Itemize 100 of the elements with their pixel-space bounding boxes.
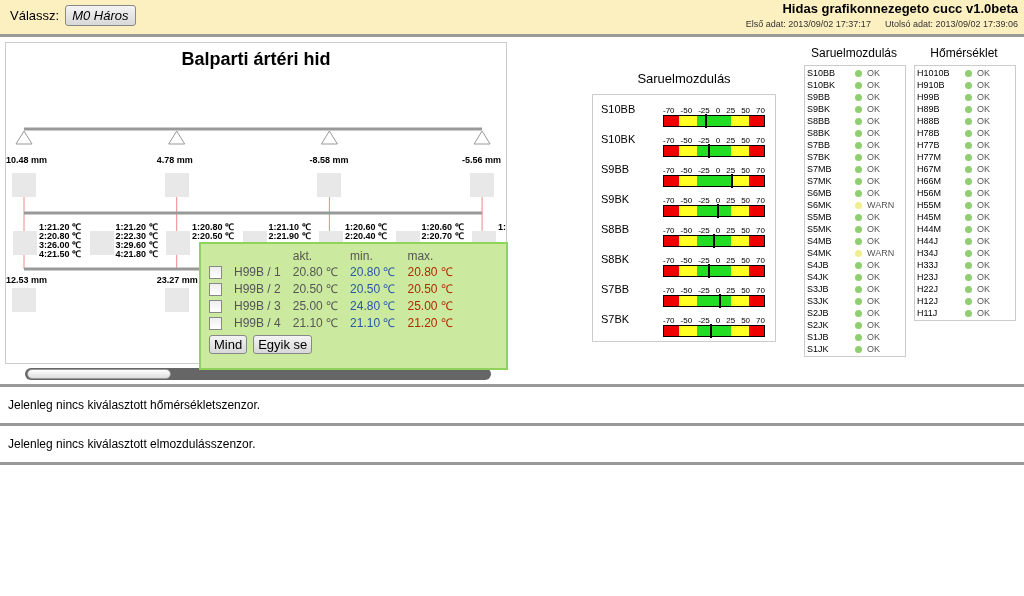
sensor-name[interactable]: S7MK bbox=[807, 176, 855, 186]
sensor-name[interactable]: S4JK bbox=[807, 272, 855, 282]
scale-label: -70 bbox=[663, 226, 675, 235]
sensor-box[interactable] bbox=[317, 173, 342, 197]
max-value: 20.50 ℃ bbox=[407, 281, 454, 297]
max-value: 25.00 ℃ bbox=[407, 298, 454, 314]
bridge-select-button[interactable]: M0 Háros bbox=[65, 4, 136, 26]
displacement-reading: 12.53 mm bbox=[6, 275, 48, 285]
sensor-name[interactable]: S5MK bbox=[807, 224, 855, 234]
sensor-name[interactable]: H67M bbox=[917, 164, 965, 174]
sensor-name[interactable]: H910B bbox=[917, 80, 965, 90]
sensor-name[interactable]: S6MB bbox=[807, 188, 855, 198]
sensor-name[interactable]: H23J bbox=[917, 272, 965, 282]
sensor-name[interactable]: S10BK bbox=[807, 80, 855, 90]
sensor-name[interactable]: H56M bbox=[917, 188, 965, 198]
sensor-name[interactable]: H66M bbox=[917, 176, 965, 186]
first-data-time: Első adat: 2013/09/02 17:37:17 bbox=[745, 19, 871, 29]
temperature-reading: 1:21.10 ℃ bbox=[268, 223, 311, 232]
scale-label: 0 bbox=[715, 316, 721, 325]
gauges-title: Saruelmozdulás bbox=[636, 71, 732, 86]
checkbox[interactable] bbox=[209, 265, 222, 279]
popup-button[interactable]: Egyik se bbox=[253, 335, 313, 354]
column-header: akt. bbox=[292, 248, 351, 263]
status-text: OK bbox=[977, 128, 990, 138]
sensor-name[interactable]: S3JB bbox=[807, 284, 855, 294]
sensor-name[interactable]: H99B bbox=[917, 92, 965, 102]
scale-label: 50 bbox=[741, 106, 751, 115]
sensor-box[interactable] bbox=[12, 173, 36, 197]
temperature-reading: 4:21.80 ℃ bbox=[115, 250, 158, 259]
sensor-name[interactable]: H22J bbox=[917, 284, 965, 294]
sensor-box[interactable] bbox=[166, 231, 190, 255]
sensor-name[interactable]: S2JB bbox=[807, 308, 855, 318]
sensor-name[interactable]: S3JK bbox=[807, 296, 855, 306]
sensor-name[interactable]: S9BB bbox=[807, 92, 855, 102]
sensor-name[interactable]: H77B bbox=[917, 140, 965, 150]
min-value: 24.80 ℃ bbox=[350, 298, 397, 314]
scale-label: 70 bbox=[756, 136, 765, 145]
gauge-zone bbox=[664, 296, 679, 306]
scale-label: -70 bbox=[663, 106, 675, 115]
sensor-name[interactable]: H1010B bbox=[917, 68, 965, 78]
sensor-name[interactable]: S4MK bbox=[807, 248, 855, 258]
status-text: OK bbox=[977, 164, 990, 174]
scale-label: -25 bbox=[698, 166, 710, 175]
status-text: OK bbox=[867, 308, 880, 318]
popup-button[interactable]: Mind bbox=[209, 335, 248, 354]
status-text: OK bbox=[867, 212, 880, 222]
sensor-name[interactable]: S10BB bbox=[807, 68, 855, 78]
sensor-name[interactable]: H55M bbox=[917, 200, 965, 210]
scale-label: -25 bbox=[698, 136, 710, 145]
scale-label: 0 bbox=[715, 286, 721, 295]
sensor-name[interactable]: H11J bbox=[917, 308, 965, 318]
horizontal-scrollbar[interactable] bbox=[25, 368, 491, 380]
current-value: 20.80 ℃ bbox=[292, 263, 351, 280]
sensor-name[interactable]: H89B bbox=[917, 104, 965, 114]
sensor-box[interactable] bbox=[13, 231, 37, 255]
sensor-name[interactable]: S8BB bbox=[807, 116, 855, 126]
sensor-name[interactable]: S1JB bbox=[807, 332, 855, 342]
sensor-name[interactable]: S9BK bbox=[807, 104, 855, 114]
status-text: OK bbox=[867, 176, 880, 186]
displacement-reading: 23.27 mm bbox=[156, 275, 198, 285]
sensor-name[interactable]: H77M bbox=[917, 152, 965, 162]
sensor-name[interactable]: S1JK bbox=[807, 344, 855, 354]
sensor-name[interactable]: H34J bbox=[917, 248, 965, 258]
scale-label: 0 bbox=[715, 196, 721, 205]
sensor-name[interactable]: S7BK bbox=[807, 152, 855, 162]
sensor-name[interactable]: S6MK bbox=[807, 200, 855, 210]
sensor-name[interactable]: S7BB bbox=[807, 140, 855, 150]
status-text: OK bbox=[977, 284, 990, 294]
sensor-name[interactable]: H33J bbox=[917, 260, 965, 270]
sensor-name[interactable]: S2JK bbox=[807, 320, 855, 330]
gauge-label: S9BB bbox=[601, 163, 631, 177]
sensor-name[interactable]: S7MB bbox=[807, 164, 855, 174]
checkbox[interactable] bbox=[209, 316, 222, 330]
scale-label: 0 bbox=[715, 106, 721, 115]
sensor-name[interactable]: S5MB bbox=[807, 212, 855, 222]
sensor-name[interactable]: H78B bbox=[917, 128, 965, 138]
list-title: Hőmérséklet bbox=[929, 46, 999, 60]
gauge-zone bbox=[749, 266, 764, 276]
sensor-name[interactable]: H88B bbox=[917, 116, 965, 126]
status-text: OK bbox=[867, 284, 880, 294]
sensor-name[interactable]: H44M bbox=[917, 224, 965, 234]
scrollbar-thumb[interactable] bbox=[27, 369, 171, 379]
sensor-name[interactable]: H12J bbox=[917, 296, 965, 306]
checkbox[interactable] bbox=[209, 282, 222, 296]
status-text: OK bbox=[977, 188, 990, 198]
scale-label: 50 bbox=[741, 286, 751, 295]
sensor-name[interactable]: S4JB bbox=[807, 260, 855, 270]
sensor-box[interactable] bbox=[164, 173, 189, 197]
status-text: OK bbox=[867, 92, 880, 102]
sensor-box[interactable] bbox=[470, 173, 495, 197]
sensor-name[interactable]: H44J bbox=[917, 236, 965, 246]
sensor-name[interactable]: S4MB bbox=[807, 236, 855, 246]
status-text: OK bbox=[977, 224, 990, 234]
status-text: OK bbox=[977, 272, 990, 282]
status-text: OK bbox=[867, 164, 880, 174]
status-text: OK bbox=[867, 260, 880, 270]
sensor-name[interactable]: H45M bbox=[917, 212, 965, 222]
checkbox[interactable] bbox=[209, 299, 222, 313]
sensor-name[interactable]: S8BK bbox=[807, 128, 855, 138]
list-title: Saruelmozdulás bbox=[809, 46, 898, 60]
